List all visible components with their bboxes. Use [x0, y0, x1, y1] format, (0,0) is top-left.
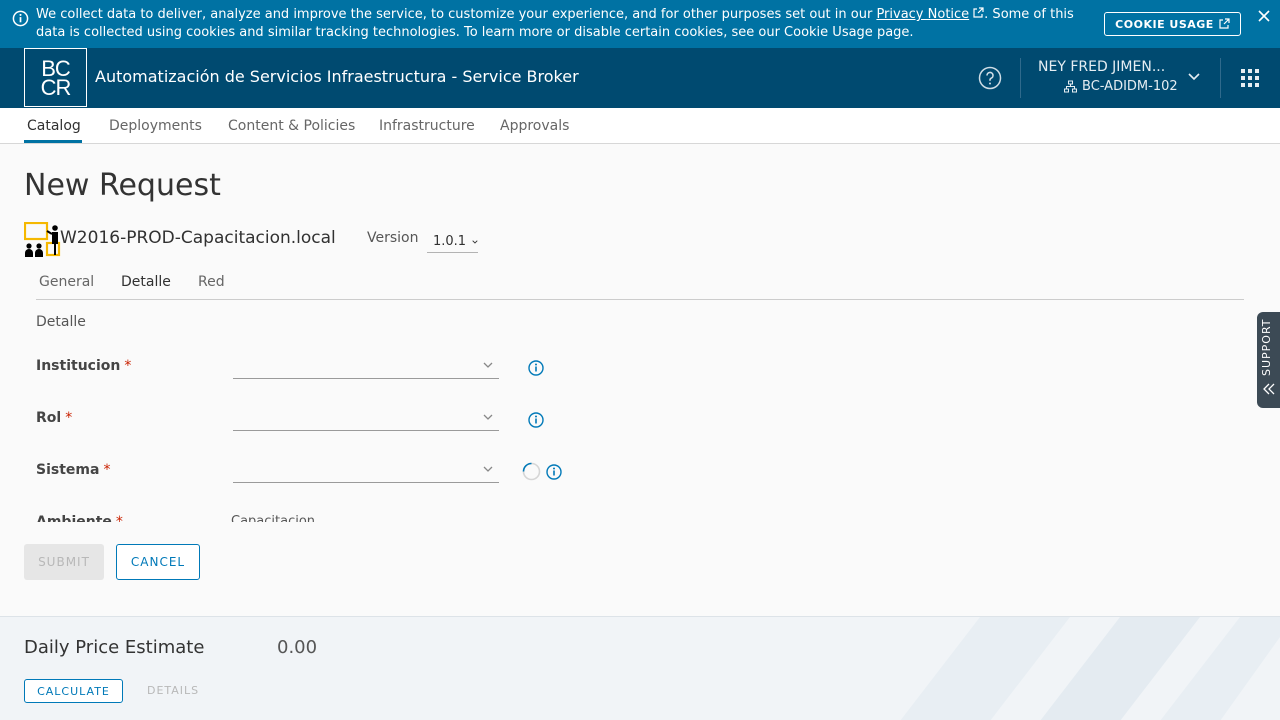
field-label-text: Sistema — [36, 462, 100, 478]
loading-spinner-icon — [522, 462, 541, 481]
info-icon — [12, 10, 29, 27]
institucion-select[interactable] — [233, 353, 499, 379]
support-tab[interactable]: SUPPORT — [1257, 312, 1280, 408]
tab-catalog[interactable]: Catalog — [27, 118, 81, 134]
rol-label: Rol * — [36, 410, 72, 426]
request-form: Institucion * Rol * Sistema * Ambiente * Cap… — [0, 340, 1250, 522]
support-label: SUPPORT — [1260, 318, 1273, 376]
info-icon[interactable] — [528, 412, 544, 428]
daily-price-value: 0.00 — [277, 637, 318, 658]
subtab-red[interactable]: Red — [198, 274, 225, 290]
subtab-detalle[interactable]: Detalle — [121, 274, 171, 290]
sistema-select[interactable] — [233, 457, 499, 483]
request-subtabs: General Detalle Red — [36, 272, 1244, 300]
rol-select[interactable] — [233, 405, 499, 431]
active-tab-indicator — [24, 140, 82, 143]
organization-icon — [1064, 80, 1077, 93]
institucion-label: Institucion * — [36, 358, 131, 374]
decorative-background — [900, 617, 1280, 720]
user-org-label: BC-ADIDM-102 — [1082, 79, 1178, 94]
ambiente-value: Capacitacion — [231, 514, 316, 522]
external-link-icon — [973, 7, 984, 18]
main-nav: Catalog Deployments Content & Policies I… — [0, 108, 1280, 144]
logo-bottom: CR — [40, 74, 72, 100]
cancel-button[interactable]: CANCEL — [116, 544, 200, 580]
version-value: 1.0.1 — [433, 234, 467, 249]
cookie-message: We collect data to deliver, analyze and … — [36, 6, 1096, 42]
info-icon[interactable] — [528, 360, 544, 376]
page-title: New Request — [24, 168, 221, 203]
daily-price-label: Daily Price Estimate — [24, 637, 205, 658]
price-estimate-footer: Daily Price Estimate 0.00 CALCULATE DETA… — [0, 616, 1280, 720]
chevron-down-icon[interactable] — [1187, 72, 1201, 82]
sistema-label: Sistema * — [36, 462, 110, 478]
privacy-notice-link[interactable]: Privacy Notice — [876, 7, 969, 22]
subtab-general[interactable]: General — [39, 274, 94, 290]
training-presentation-icon — [24, 222, 61, 257]
double-chevron-left-icon — [1263, 383, 1275, 395]
submit-button[interactable]: SUBMIT — [24, 544, 104, 580]
chevron-down-icon — [483, 362, 493, 368]
header-divider — [1020, 58, 1021, 98]
required-marker: * — [115, 514, 123, 522]
cookie-usage-label: COOKIE USAGE — [1115, 17, 1214, 31]
tab-approvals[interactable]: Approvals — [500, 118, 569, 134]
user-org[interactable]: BC-ADIDM-102 — [1064, 79, 1178, 94]
chevron-down-icon — [483, 466, 493, 472]
field-label-text: Ambiente — [36, 514, 112, 522]
field-label-text: Institucion — [36, 358, 121, 374]
cookie-usage-button[interactable]: COOKIE USAGE — [1104, 12, 1241, 36]
tab-infrastructure[interactable]: Infrastructure — [379, 118, 475, 134]
details-button[interactable]: DETAILS — [147, 684, 199, 697]
tab-content-policies[interactable]: Content & Policies — [228, 118, 355, 134]
version-label: Version — [367, 230, 419, 246]
app-title: Automatización de Servicios Infraestruct… — [95, 67, 579, 86]
bccr-logo[interactable]: BC CR — [24, 48, 87, 107]
help-icon[interactable] — [978, 66, 1002, 90]
chevron-down-icon — [483, 414, 493, 420]
blueprint-name: W2016-PROD-Capacitacion.local — [60, 228, 336, 248]
section-label: Detalle — [36, 314, 86, 330]
chevron-down-icon — [472, 239, 478, 244]
required-marker: * — [124, 358, 132, 374]
required-marker: * — [103, 462, 111, 478]
close-icon[interactable] — [1256, 8, 1272, 24]
cookie-banner: We collect data to deliver, analyze and … — [0, 0, 1280, 48]
required-marker: * — [65, 410, 73, 426]
version-select[interactable]: 1.0.1 — [427, 229, 478, 253]
user-name[interactable]: NEY FRED JIMEN... — [1038, 59, 1165, 75]
tab-deployments[interactable]: Deployments — [109, 118, 202, 134]
calculate-button[interactable]: CALCULATE — [24, 679, 123, 703]
info-icon[interactable] — [546, 464, 562, 480]
header-divider — [1220, 58, 1221, 98]
field-label-text: Rol — [36, 410, 62, 426]
app-header: BC CR Automatización de Servicios Infrae… — [0, 48, 1280, 108]
ambiente-label: Ambiente * — [36, 514, 123, 522]
app-switcher-icon[interactable] — [1240, 68, 1260, 88]
cookie-message-text: We collect data to deliver, analyze and … — [36, 7, 877, 22]
external-link-icon — [1219, 18, 1230, 29]
